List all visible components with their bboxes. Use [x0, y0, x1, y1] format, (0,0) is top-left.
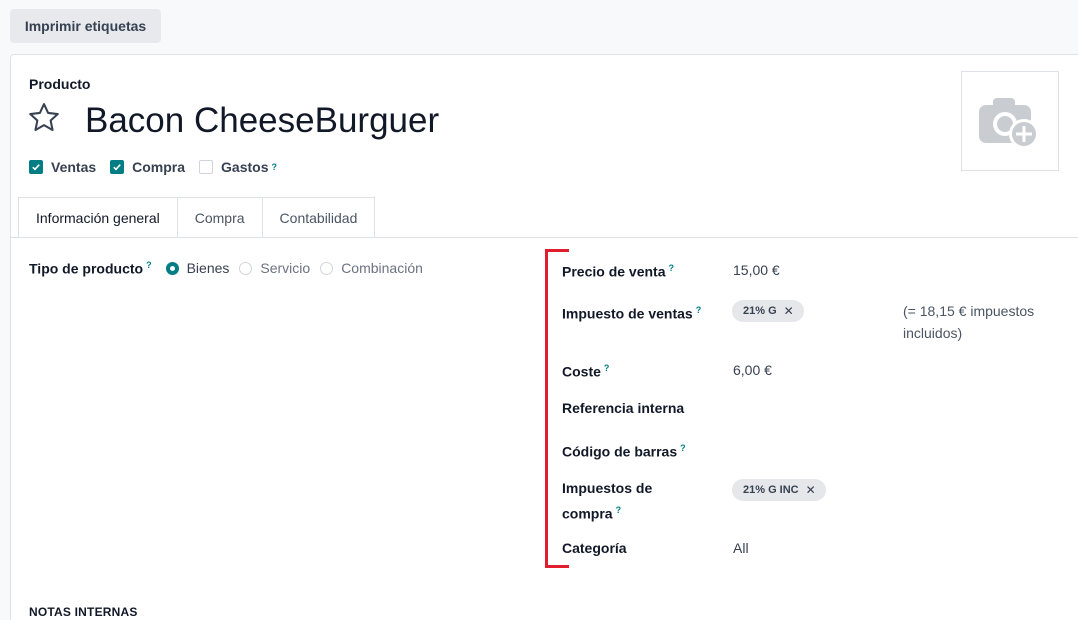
- radio-empty-icon: [239, 261, 253, 275]
- product-type-service-radio[interactable]: Servicio: [239, 260, 310, 276]
- tab-accounting[interactable]: Contabilidad: [261, 197, 376, 238]
- checkbox-unchecked-icon: [199, 160, 214, 174]
- barcode-input[interactable]: [733, 437, 1033, 459]
- close-icon[interactable]: ✕: [784, 304, 794, 318]
- product-form-sheet: Producto Bacon CheeseBurguer Ventas Comp…: [10, 54, 1078, 620]
- tab-divider: [11, 237, 1078, 238]
- help-tooltip-icon[interactable]: ?: [146, 260, 152, 270]
- product-image-upload[interactable]: [961, 71, 1059, 171]
- cost-label: Coste?: [562, 363, 610, 380]
- tax-included-text: (= 18,15 € impuestos incluidos): [903, 303, 1035, 341]
- category-label: Categoría: [562, 540, 627, 556]
- expense-label: Gastos: [221, 159, 269, 175]
- product-section-label: Producto: [29, 76, 91, 92]
- sales-tax-tag[interactable]: 21% G ✕: [732, 300, 804, 322]
- product-type-goods-radio[interactable]: Bienes: [165, 260, 229, 276]
- help-tooltip-icon[interactable]: ?: [272, 162, 278, 172]
- product-type-field: Tipo de producto? Bienes Servicio Combin…: [29, 260, 433, 277]
- help-tooltip-icon[interactable]: ?: [616, 505, 622, 515]
- product-type-label: Tipo de producto?: [29, 260, 152, 277]
- internal-ref-input[interactable]: [733, 397, 1033, 419]
- radio-selected-icon: [165, 261, 179, 275]
- category-input[interactable]: All: [733, 537, 749, 559]
- tab-purchase[interactable]: Compra: [176, 197, 263, 238]
- internal-ref-label: Referencia interna: [562, 400, 685, 416]
- product-flags: Ventas Compra Gastos ?: [29, 159, 291, 175]
- cost-input[interactable]: 6,00 €: [733, 359, 772, 381]
- internal-notes-heading: NOTAS INTERNAS: [29, 605, 138, 619]
- tab-general-info[interactable]: Información general: [18, 197, 178, 238]
- product-name-field[interactable]: Bacon CheeseBurguer: [85, 99, 439, 143]
- help-tooltip-icon[interactable]: ?: [696, 305, 702, 315]
- sale-ok-label: Ventas: [51, 159, 97, 175]
- checkbox-checked-icon: [110, 160, 125, 174]
- sale-price-label: Precio de venta?: [562, 263, 675, 280]
- radio-empty-icon: [320, 261, 334, 275]
- help-tooltip-icon[interactable]: ?: [604, 363, 610, 373]
- barcode-label: Código de barras?: [562, 443, 686, 460]
- help-tooltip-icon[interactable]: ?: [669, 263, 675, 273]
- close-icon[interactable]: ✕: [806, 483, 816, 497]
- notebook-tabs: Información general Compra Contabilidad: [18, 197, 376, 238]
- purchase-ok-checkbox[interactable]: Compra: [110, 159, 185, 175]
- sales-tax-label: Impuesto de ventas?: [562, 305, 702, 322]
- checkbox-checked-icon: [29, 160, 43, 174]
- highlight-bracket-side: [545, 249, 548, 568]
- star-icon[interactable]: [25, 99, 63, 137]
- control-panel: Imprimir etiquetas: [0, 0, 1078, 52]
- sale-ok-checkbox[interactable]: Ventas: [29, 159, 96, 175]
- sale-price-input[interactable]: 15,00 €: [733, 259, 780, 281]
- highlight-bracket-bottom: [545, 565, 569, 568]
- camera-add-icon: [979, 98, 1039, 149]
- expense-checkbox[interactable]: Gastos ?: [199, 159, 277, 175]
- print-labels-button[interactable]: Imprimir etiquetas: [10, 9, 161, 43]
- help-tooltip-icon[interactable]: ?: [680, 443, 686, 453]
- product-type-combo-radio[interactable]: Combinación: [320, 260, 423, 276]
- purchase-ok-label: Compra: [132, 159, 186, 175]
- purchase-tax-tag[interactable]: 21% G INC ✕: [732, 479, 826, 501]
- highlight-bracket-top: [545, 249, 569, 252]
- purchase-tax-label: Impuestos de compra?: [562, 480, 653, 522]
